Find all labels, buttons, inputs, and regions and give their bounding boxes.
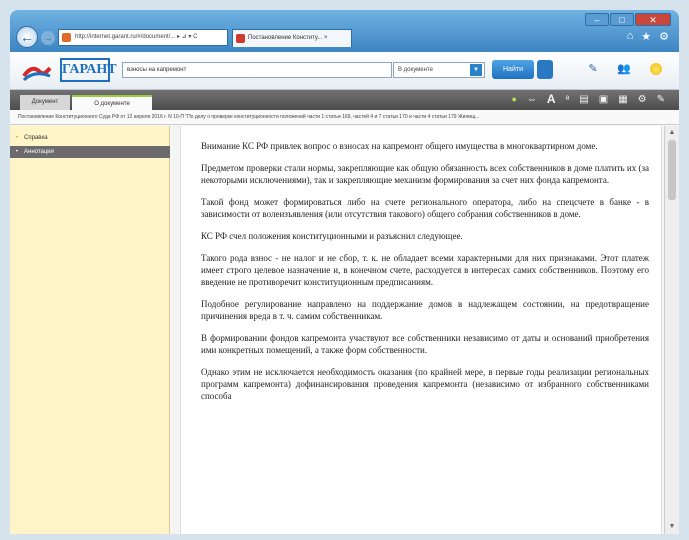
star-icon[interactable]: ★	[641, 30, 651, 43]
back-arrow-icon[interactable]: ←	[16, 26, 38, 48]
document-paragraph: В формировании фондов капремонта участву…	[201, 333, 649, 355]
find-button[interactable]: Найти	[492, 60, 534, 79]
export-icon[interactable]: ▦	[618, 93, 627, 106]
document-tools: ● ⇔ A ᵃ ▤ ▣ ▦ ⚙ ✎	[511, 93, 665, 106]
browser-icons: ⌂ ★ ⚙	[627, 30, 669, 43]
find-options-button[interactable]	[537, 60, 553, 79]
document-paragraph: КС РФ счел положения конституционными и …	[201, 231, 463, 241]
sun-icon[interactable]	[650, 63, 662, 75]
save-icon[interactable]: ▣	[599, 93, 608, 106]
home-icon[interactable]: ⌂	[627, 30, 634, 43]
garant-logo-icon	[22, 66, 52, 82]
users-icon[interactable]: 👥	[616, 62, 632, 76]
tab-about-document[interactable]: О документе	[72, 95, 152, 110]
window-controls: – □ ✕	[585, 13, 671, 26]
scope-value: В документе	[398, 67, 433, 73]
maximize-button[interactable]: □	[610, 13, 634, 26]
tab-document[interactable]: Документ	[20, 95, 70, 110]
garant-app: ГАРАНТ взносы на капремонт В документе ▼…	[10, 52, 679, 534]
garant-toolbar: ГАРАНТ взносы на капремонт В документе ▼…	[10, 52, 679, 90]
garant-logo-text: ГАРАНТ	[60, 58, 117, 82]
document-paragraph: Такой фонд может формироваться либо на с…	[201, 197, 649, 219]
document-tabbar: Документ О документе ● ⇔ A ᵃ ▤ ▣ ▦ ⚙ ✎	[10, 90, 679, 110]
document-breadcrumb: Постановление Конституционного Суда РФ о…	[10, 110, 679, 125]
sidebar-item-annotation[interactable]: Аннотация	[10, 146, 170, 158]
vertical-scrollbar[interactable]: ▲ ▼	[664, 126, 679, 534]
gear-icon[interactable]: ⚙	[659, 30, 669, 43]
link-icon[interactable]: ⇔	[527, 93, 537, 106]
document-area: Внимание КС РФ привлек вопрос о взносах …	[172, 126, 662, 534]
sidebar: Справка Аннотация	[10, 126, 170, 534]
document-paragraph: Внимание КС РФ привлек вопрос о взносах …	[201, 141, 598, 151]
edit-icon[interactable]: ✎	[657, 93, 665, 106]
font-size-icon[interactable]: A	[547, 93, 556, 106]
scroll-up-icon[interactable]: ▲	[667, 128, 677, 138]
browser-window: – □ ✕ ← → http://internet.garant.ru/#/do…	[10, 10, 679, 534]
status-icon[interactable]: ●	[511, 93, 516, 106]
browser-tab[interactable]: Постановление Конститу... ×	[232, 29, 352, 47]
scroll-down-icon[interactable]: ▼	[667, 522, 677, 532]
document-paragraph: Однако этим не исключается необходимость…	[201, 367, 649, 401]
print-icon[interactable]: ▤	[579, 93, 588, 106]
chevron-down-icon: ▼	[470, 64, 482, 76]
sidebar-item-reference[interactable]: Справка	[10, 132, 170, 144]
search-scope-select[interactable]: В документе ▼	[393, 62, 485, 78]
pen-icon[interactable]: ✎	[585, 62, 601, 76]
document-paragraph: Такого рода взнос - не налог и не сбор, …	[201, 253, 649, 287]
document-page: Внимание КС РФ привлек вопрос о взносах …	[180, 126, 662, 534]
text-icon[interactable]: ᵃ	[566, 93, 570, 106]
document-paragraph: Предметом проверки стали нормы, закрепля…	[201, 163, 649, 185]
browser-toolbar: ← → http://internet.garant.ru/#/document…	[10, 26, 679, 52]
address-bar[interactable]: http://internet.garant.ru/#/document/...…	[58, 29, 228, 46]
minimize-button[interactable]: –	[585, 13, 609, 26]
forward-arrow-icon[interactable]: →	[41, 31, 55, 45]
search-input[interactable]: взносы на капремонт	[122, 62, 392, 78]
scrollbar-thumb[interactable]	[668, 140, 676, 200]
close-button[interactable]: ✕	[635, 13, 671, 26]
settings-icon[interactable]: ⚙	[638, 93, 647, 106]
document-paragraph: Подобное регулирование направлено на под…	[201, 299, 649, 321]
